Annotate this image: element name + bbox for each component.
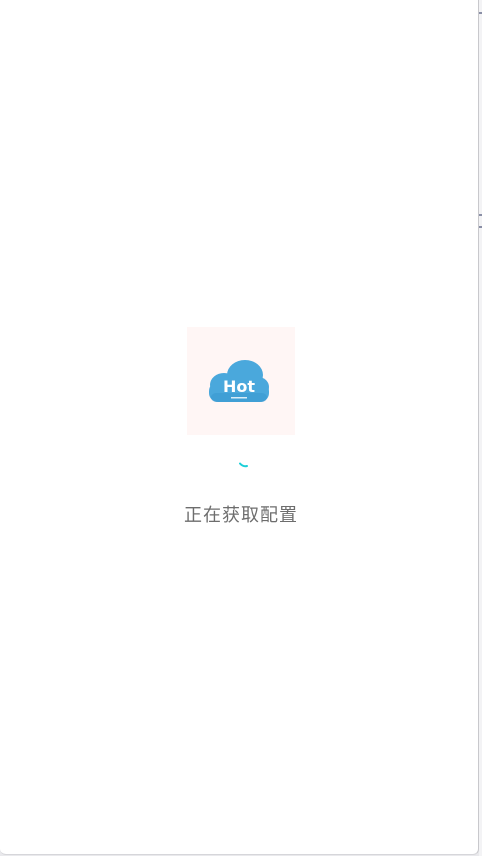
app-window: Hot 正在获取配置	[0, 0, 479, 855]
loading-spinner-icon	[239, 462, 248, 468]
cloud-icon: Hot	[209, 360, 269, 402]
app-logo: Hot	[187, 327, 295, 435]
logo-text: Hot	[223, 377, 255, 396]
status-text: 正在获取配置	[184, 505, 298, 526]
